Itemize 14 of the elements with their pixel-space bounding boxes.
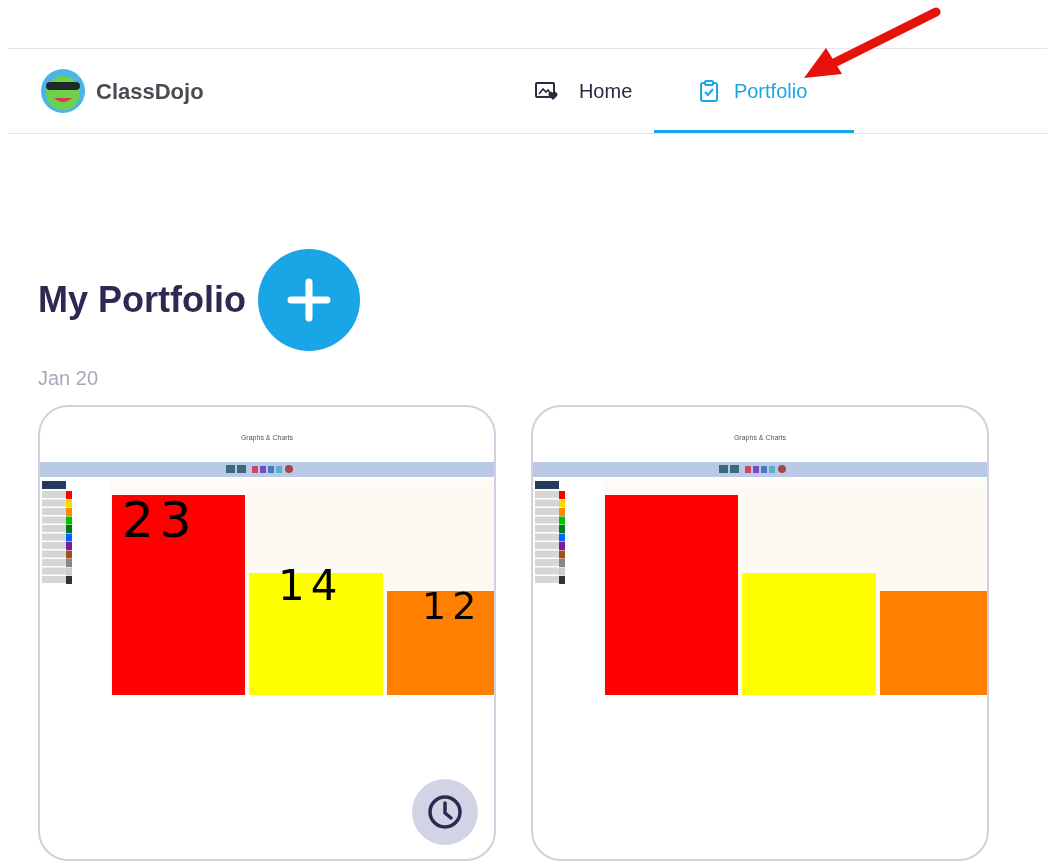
date-label: Jan 20 [38, 366, 100, 391]
clipboard-check-icon [699, 80, 718, 102]
handwritten-number: 12 [422, 587, 483, 625]
handwritten-number: 14 [278, 565, 344, 607]
nav-tab[interactable]: Home [513, 49, 654, 133]
logo-icon [40, 68, 86, 114]
logo-text[interactable]: ClassDojo [96, 74, 204, 108]
clock-icon [427, 794, 463, 830]
page-heading: My Portfolio [38, 278, 246, 322]
plus-icon [287, 278, 331, 322]
toolbar-icons-drawing [719, 465, 786, 473]
picture-heart-icon [534, 81, 559, 101]
handwritten-number: 23 [122, 495, 198, 545]
toolbar-icons-drawing [226, 465, 293, 473]
